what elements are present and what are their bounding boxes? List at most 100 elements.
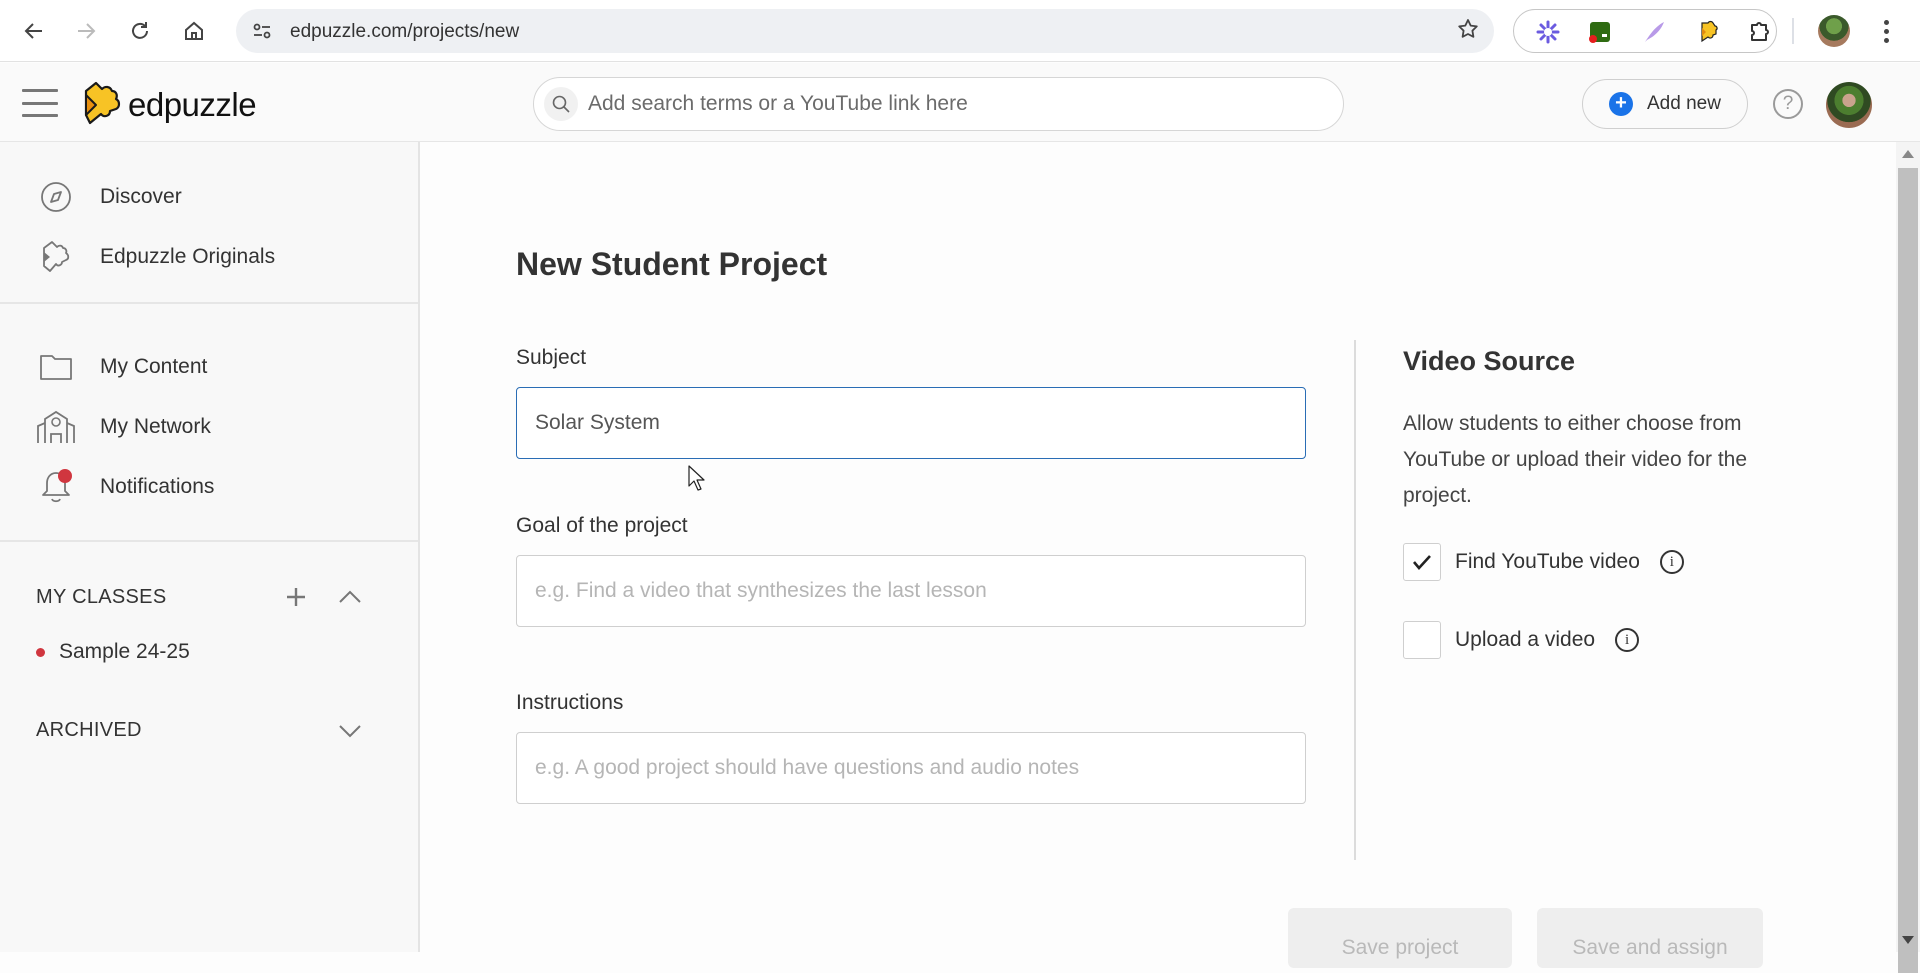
upload-video-label: Upload a video [1455,628,1596,651]
recorder-icon [1589,22,1610,43]
folder-icon [36,347,76,387]
section-divider [1354,340,1356,860]
menu-toggle-button[interactable] [22,89,58,117]
add-new-button[interactable]: + Add new [1582,79,1748,129]
page-title: New Student Project [516,246,828,282]
add-class-button[interactable] [281,582,311,612]
toolbar-separator [1792,18,1794,44]
screen-recorder-extension-button[interactable] [1588,20,1612,44]
subject-label: Subject [516,346,587,369]
forward-button[interactable] [68,13,104,49]
my-classes-heading: MY CLASSES [36,586,167,608]
edpuzzle-extension-button[interactable] [1696,20,1720,44]
browser-profile-avatar[interactable] [1818,15,1850,47]
asterisk-extension-button[interactable] [1536,20,1560,44]
tune-icon [253,23,271,39]
class-name: Sample 24-25 [59,640,190,663]
sidebar-divider [0,540,418,542]
feather-icon [1645,22,1664,42]
app-header: edpuzzle + Add new ? [0,63,1920,142]
extensions-menu-button[interactable] [1748,20,1772,44]
kebab-dot [1883,37,1889,43]
address-bar[interactable]: edpuzzle.com/projects/new [236,9,1494,53]
url-text[interactable]: edpuzzle.com/projects/new [290,21,519,43]
back-button[interactable] [16,13,52,49]
save-project-button[interactable]: Save project [1288,908,1512,968]
save-and-assign-button[interactable]: Save and assign [1537,908,1763,968]
home-button[interactable] [176,13,212,49]
chevron-down-icon [339,725,361,738]
class-item[interactable]: Sample 24-25 [36,640,190,664]
sidebar-item-label: Discover [100,185,182,208]
upload-video-option[interactable]: Upload a video i [1403,621,1640,659]
sidebar-item-discover[interactable]: Discover [0,172,418,222]
instructions-label: Instructions [516,691,624,714]
scroll-down-button[interactable] [1896,932,1920,948]
hamburger-line [22,114,58,117]
checkmark-icon [1413,555,1431,570]
reload-button[interactable] [122,13,158,49]
hamburger-line [22,89,58,92]
archived-heading[interactable]: ARCHIVED [36,719,142,742]
search-bar [533,77,1344,131]
sidebar-item-my-content[interactable]: My Content [0,342,418,392]
find-youtube-label: Find YouTube video [1455,550,1640,573]
feather-extension-button[interactable] [1642,20,1666,44]
home-icon [185,21,203,40]
sidebar: Discover Edpuzzle Originals My Content M… [0,142,420,952]
school-icon [36,407,76,447]
plus-circle-icon: + [1609,92,1633,116]
hamburger-line [22,101,58,105]
goal-label: Goal of the project [516,514,688,537]
add-new-label: Add new [1647,93,1721,114]
instructions-input[interactable] [516,732,1306,804]
sidebar-item-label: My Content [100,355,208,378]
notification-badge [58,469,72,483]
sidebar-item-notifications[interactable]: Notifications [0,462,418,512]
collapse-classes-button[interactable] [335,582,365,612]
find-youtube-checkbox[interactable] [1403,543,1441,581]
info-icon[interactable]: i [1615,628,1640,652]
upload-video-checkbox[interactable] [1403,621,1441,659]
edpuzzle-puzzle-icon [84,81,121,125]
asterisk-icon [1536,20,1560,44]
subject-input[interactable] [516,387,1306,459]
kebab-dot [1883,28,1889,34]
sidebar-item-edpuzzle-originals[interactable]: Edpuzzle Originals [0,232,418,282]
info-icon[interactable]: i [1659,550,1684,574]
expand-archived-button[interactable] [335,716,365,746]
browser-menu-button[interactable] [1874,14,1898,48]
scroll-up-button[interactable] [1896,146,1920,162]
scroll-thumb[interactable] [1898,168,1918,973]
reload-icon [132,22,148,39]
search-icon[interactable] [544,87,578,121]
site-info-button[interactable] [248,17,276,45]
triangle-up-icon [1902,150,1914,158]
bookmark-star-button[interactable] [1456,17,1480,48]
sidebar-item-label: My Network [100,415,211,438]
sidebar-divider [0,302,418,304]
goal-input[interactable] [516,555,1306,627]
main-content: New Student Project Subject Goal of the … [422,142,1898,968]
help-icon[interactable]: ? [1773,89,1803,119]
edpuzzle-logo[interactable]: edpuzzle [82,81,257,129]
edpuzzle-logo-icon [1701,20,1718,43]
arrow-right-icon [78,23,96,39]
bell-icon [36,467,76,507]
chevron-up-icon [339,590,361,603]
extensions-bar [1513,9,1777,53]
sidebar-item-label: Notifications [100,475,215,498]
plus-icon [287,588,305,606]
find-youtube-option[interactable]: Find YouTube video i [1403,543,1684,581]
triangle-down-icon [1902,936,1914,944]
arrow-left-icon [24,23,42,39]
kebab-dot [1883,19,1889,25]
page-scrollbar[interactable] [1896,142,1920,973]
class-color-dot [36,647,45,657]
logo-text: edpuzzle [128,86,257,123]
search-input[interactable] [588,88,1328,120]
sidebar-item-label: Edpuzzle Originals [100,245,276,268]
sidebar-item-my-network[interactable]: My Network [0,402,418,452]
puzzle-piece-icon [1751,22,1769,41]
user-avatar[interactable] [1826,82,1872,128]
